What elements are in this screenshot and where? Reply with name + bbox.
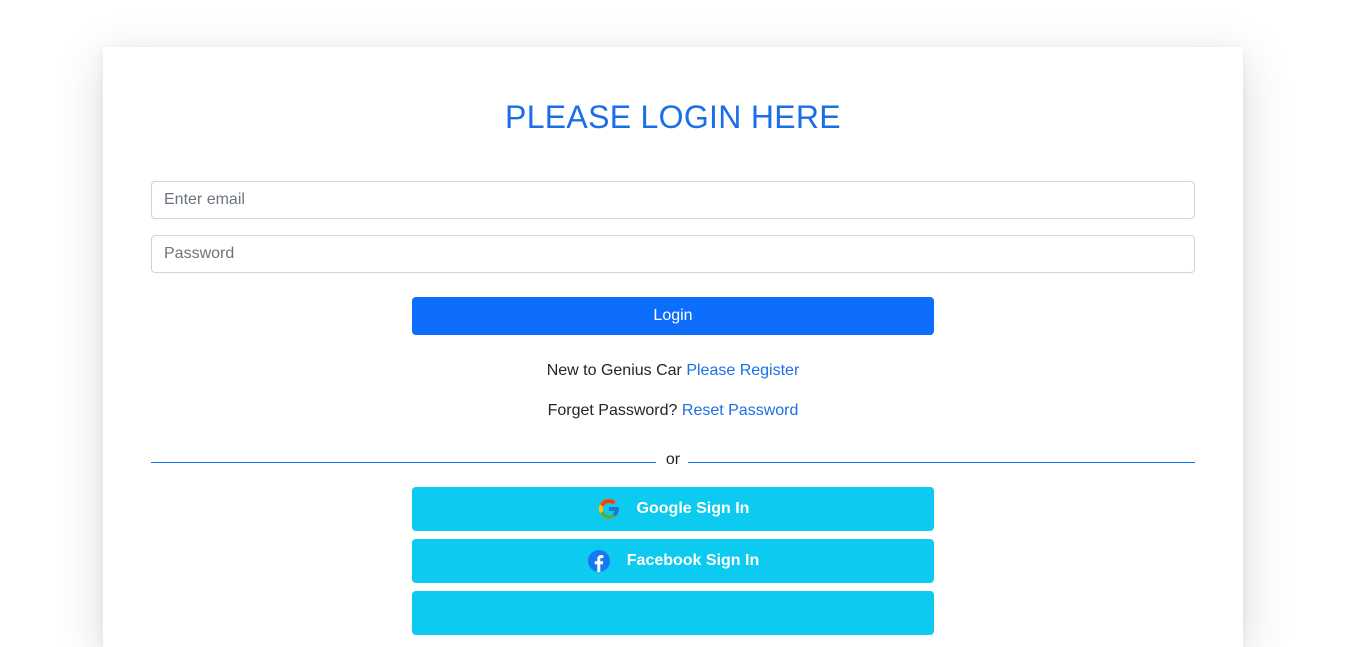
register-link[interactable]: Please Register bbox=[686, 362, 799, 379]
reset-prompt: Forget Password? bbox=[547, 402, 678, 419]
google-sign-in-label: Google Sign In bbox=[636, 500, 750, 517]
facebook-icon bbox=[587, 550, 610, 572]
reset-line: Forget Password? Reset Password bbox=[103, 402, 1243, 420]
divider-line-right bbox=[688, 462, 1195, 463]
login-button[interactable]: Login bbox=[412, 297, 934, 335]
facebook-sign-in-label: Facebook Sign In bbox=[626, 552, 760, 569]
password-input[interactable] bbox=[151, 235, 1195, 273]
register-prompt: New to Genius Car bbox=[546, 362, 682, 379]
google-sign-in-button[interactable]: Google Sign In bbox=[412, 487, 934, 531]
email-input[interactable] bbox=[151, 181, 1195, 219]
login-card: PLEASE LOGIN HERE Login New to Genius Ca… bbox=[103, 47, 1243, 647]
third-sign-in-button[interactable] bbox=[412, 591, 934, 635]
google-icon bbox=[598, 499, 619, 519]
or-divider: or bbox=[151, 450, 1195, 470]
page-title: PLEASE LOGIN HERE bbox=[505, 99, 841, 135]
register-line: New to Genius Car Please Register bbox=[103, 362, 1243, 380]
divider-text: or bbox=[665, 451, 681, 468]
divider-line-left bbox=[151, 462, 656, 463]
reset-password-link[interactable]: Reset Password bbox=[682, 402, 799, 419]
facebook-sign-in-button[interactable]: Facebook Sign In bbox=[412, 539, 934, 583]
